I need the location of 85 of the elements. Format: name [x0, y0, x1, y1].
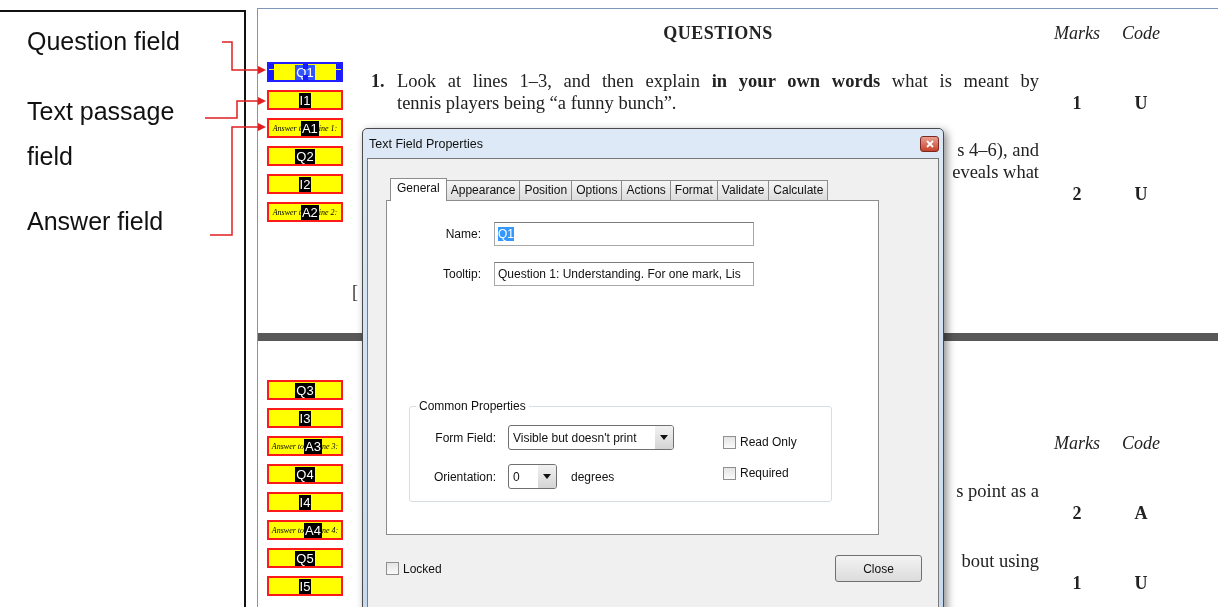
leader-arrow: [221, 41, 266, 74]
checkbox-label: Locked: [403, 561, 442, 576]
field-name-tag: Q4: [295, 466, 315, 482]
selection-handle[interactable]: [303, 75, 308, 80]
tab[interactable]: Format: [669, 180, 718, 200]
checkbox[interactable]: [386, 562, 399, 575]
unit-label: degrees: [571, 469, 615, 484]
question-text: bout using: [961, 550, 1039, 572]
column-header: Code: [1121, 432, 1161, 454]
form-field[interactable]: I1: [267, 90, 343, 110]
caret-icon: [543, 474, 551, 479]
dropdown[interactable]: Visible but doesn't print: [508, 425, 674, 450]
column-header: Marks: [1053, 22, 1101, 44]
field-label: Name:: [444, 227, 481, 241]
code-value: U: [1133, 183, 1149, 205]
close-button[interactable]: [920, 135, 939, 152]
placeholder-text: Answer t: [272, 207, 301, 217]
tab[interactable]: Calculate: [768, 180, 829, 200]
field-name-tag: Q2: [295, 148, 315, 164]
marks-value: 2: [1071, 183, 1083, 205]
caret-icon: [660, 435, 668, 440]
field-name-tag: I1: [298, 92, 312, 108]
code-value: A: [1133, 502, 1149, 524]
form-field[interactable]: Q4: [267, 464, 343, 484]
placeholder-text: ine 1:: [318, 123, 338, 133]
field-name-tag: Q5: [295, 550, 315, 566]
form-field[interactable]: Q2: [267, 146, 343, 166]
tab[interactable]: Appearance: [445, 180, 521, 200]
checkbox-label: Required: [740, 466, 789, 480]
annotation-label: Answer field: [27, 206, 165, 236]
question-number: 1.: [371, 70, 386, 92]
marks-value: 1: [1071, 92, 1083, 114]
tab[interactable]: General: [390, 178, 447, 201]
form-field[interactable]: Q3: [267, 380, 343, 400]
field-name-tag: I3: [298, 410, 312, 426]
code-value: U: [1133, 572, 1149, 594]
placeholder-text: Answer to: [271, 525, 305, 535]
close-icon: [925, 139, 934, 148]
field-name-tag: I4: [298, 494, 312, 510]
checkbox-label: Read Only: [740, 435, 797, 449]
dropdown[interactable]: 0: [508, 464, 557, 489]
annotation-label: Question field: [27, 26, 181, 56]
column-header: Code: [1121, 22, 1161, 44]
placeholder-text: ine 2:: [318, 207, 338, 217]
marks-value: 1: [1071, 572, 1083, 594]
column-header: Marks: [1053, 432, 1101, 454]
question-text: Look at lines 1–3, and then explain in your own words what is meant by: [397, 70, 1039, 92]
tab[interactable]: Actions: [621, 180, 671, 200]
field-name-tag: A4: [304, 522, 322, 538]
section-heading: QUESTIONS: [662, 22, 774, 44]
text-fragment: [: [352, 282, 358, 303]
field-name-tag: I5: [298, 578, 312, 594]
checkbox[interactable]: [723, 435, 736, 449]
marks-value: 2: [1071, 502, 1083, 524]
question-text: tennis players being “a funny bunch”.: [397, 92, 678, 114]
text-field[interactable]: Question 1: Understanding. For one mark, Lis: [494, 262, 754, 286]
tab[interactable]: Validate: [716, 180, 770, 200]
field-label: Orientation:: [432, 469, 496, 484]
question-text: eveals what: [952, 161, 1039, 183]
field-name-tag: Q3: [295, 382, 315, 398]
selection-handle[interactable]: [303, 64, 308, 69]
form-field[interactable]: I4: [267, 492, 343, 512]
close-button[interactable]: Close: [835, 555, 922, 582]
field-name-tag: I2: [298, 176, 312, 192]
group-title: Common Properties: [416, 399, 529, 413]
tab[interactable]: Position: [519, 180, 573, 200]
field-label: Tooltip:: [441, 267, 481, 281]
form-field[interactable]: I3: [267, 408, 343, 428]
placeholder-text: Answer t: [272, 123, 301, 133]
form-field[interactable]: I5: [267, 576, 343, 596]
placeholder-text: Answer to: [271, 441, 305, 451]
code-value: U: [1133, 92, 1149, 114]
field-label: Form Field:: [434, 430, 496, 445]
annotation-label: Text passage field: [27, 96, 176, 172]
field-name-tag: A3: [304, 438, 322, 454]
question-text: s 4–6), and: [957, 139, 1039, 161]
window-title: Text Field Properties: [369, 136, 483, 151]
question-text: s point as a: [956, 480, 1039, 502]
form-field[interactable]: Q5: [267, 548, 343, 568]
checkbox[interactable]: [723, 466, 736, 480]
placeholder-text: ne 3:: [321, 441, 339, 451]
tab[interactable]: Options: [571, 180, 623, 200]
leader-arrow: [204, 97, 266, 119]
placeholder-text: ne 4:: [321, 525, 339, 535]
form-field[interactable]: I2: [267, 174, 343, 194]
